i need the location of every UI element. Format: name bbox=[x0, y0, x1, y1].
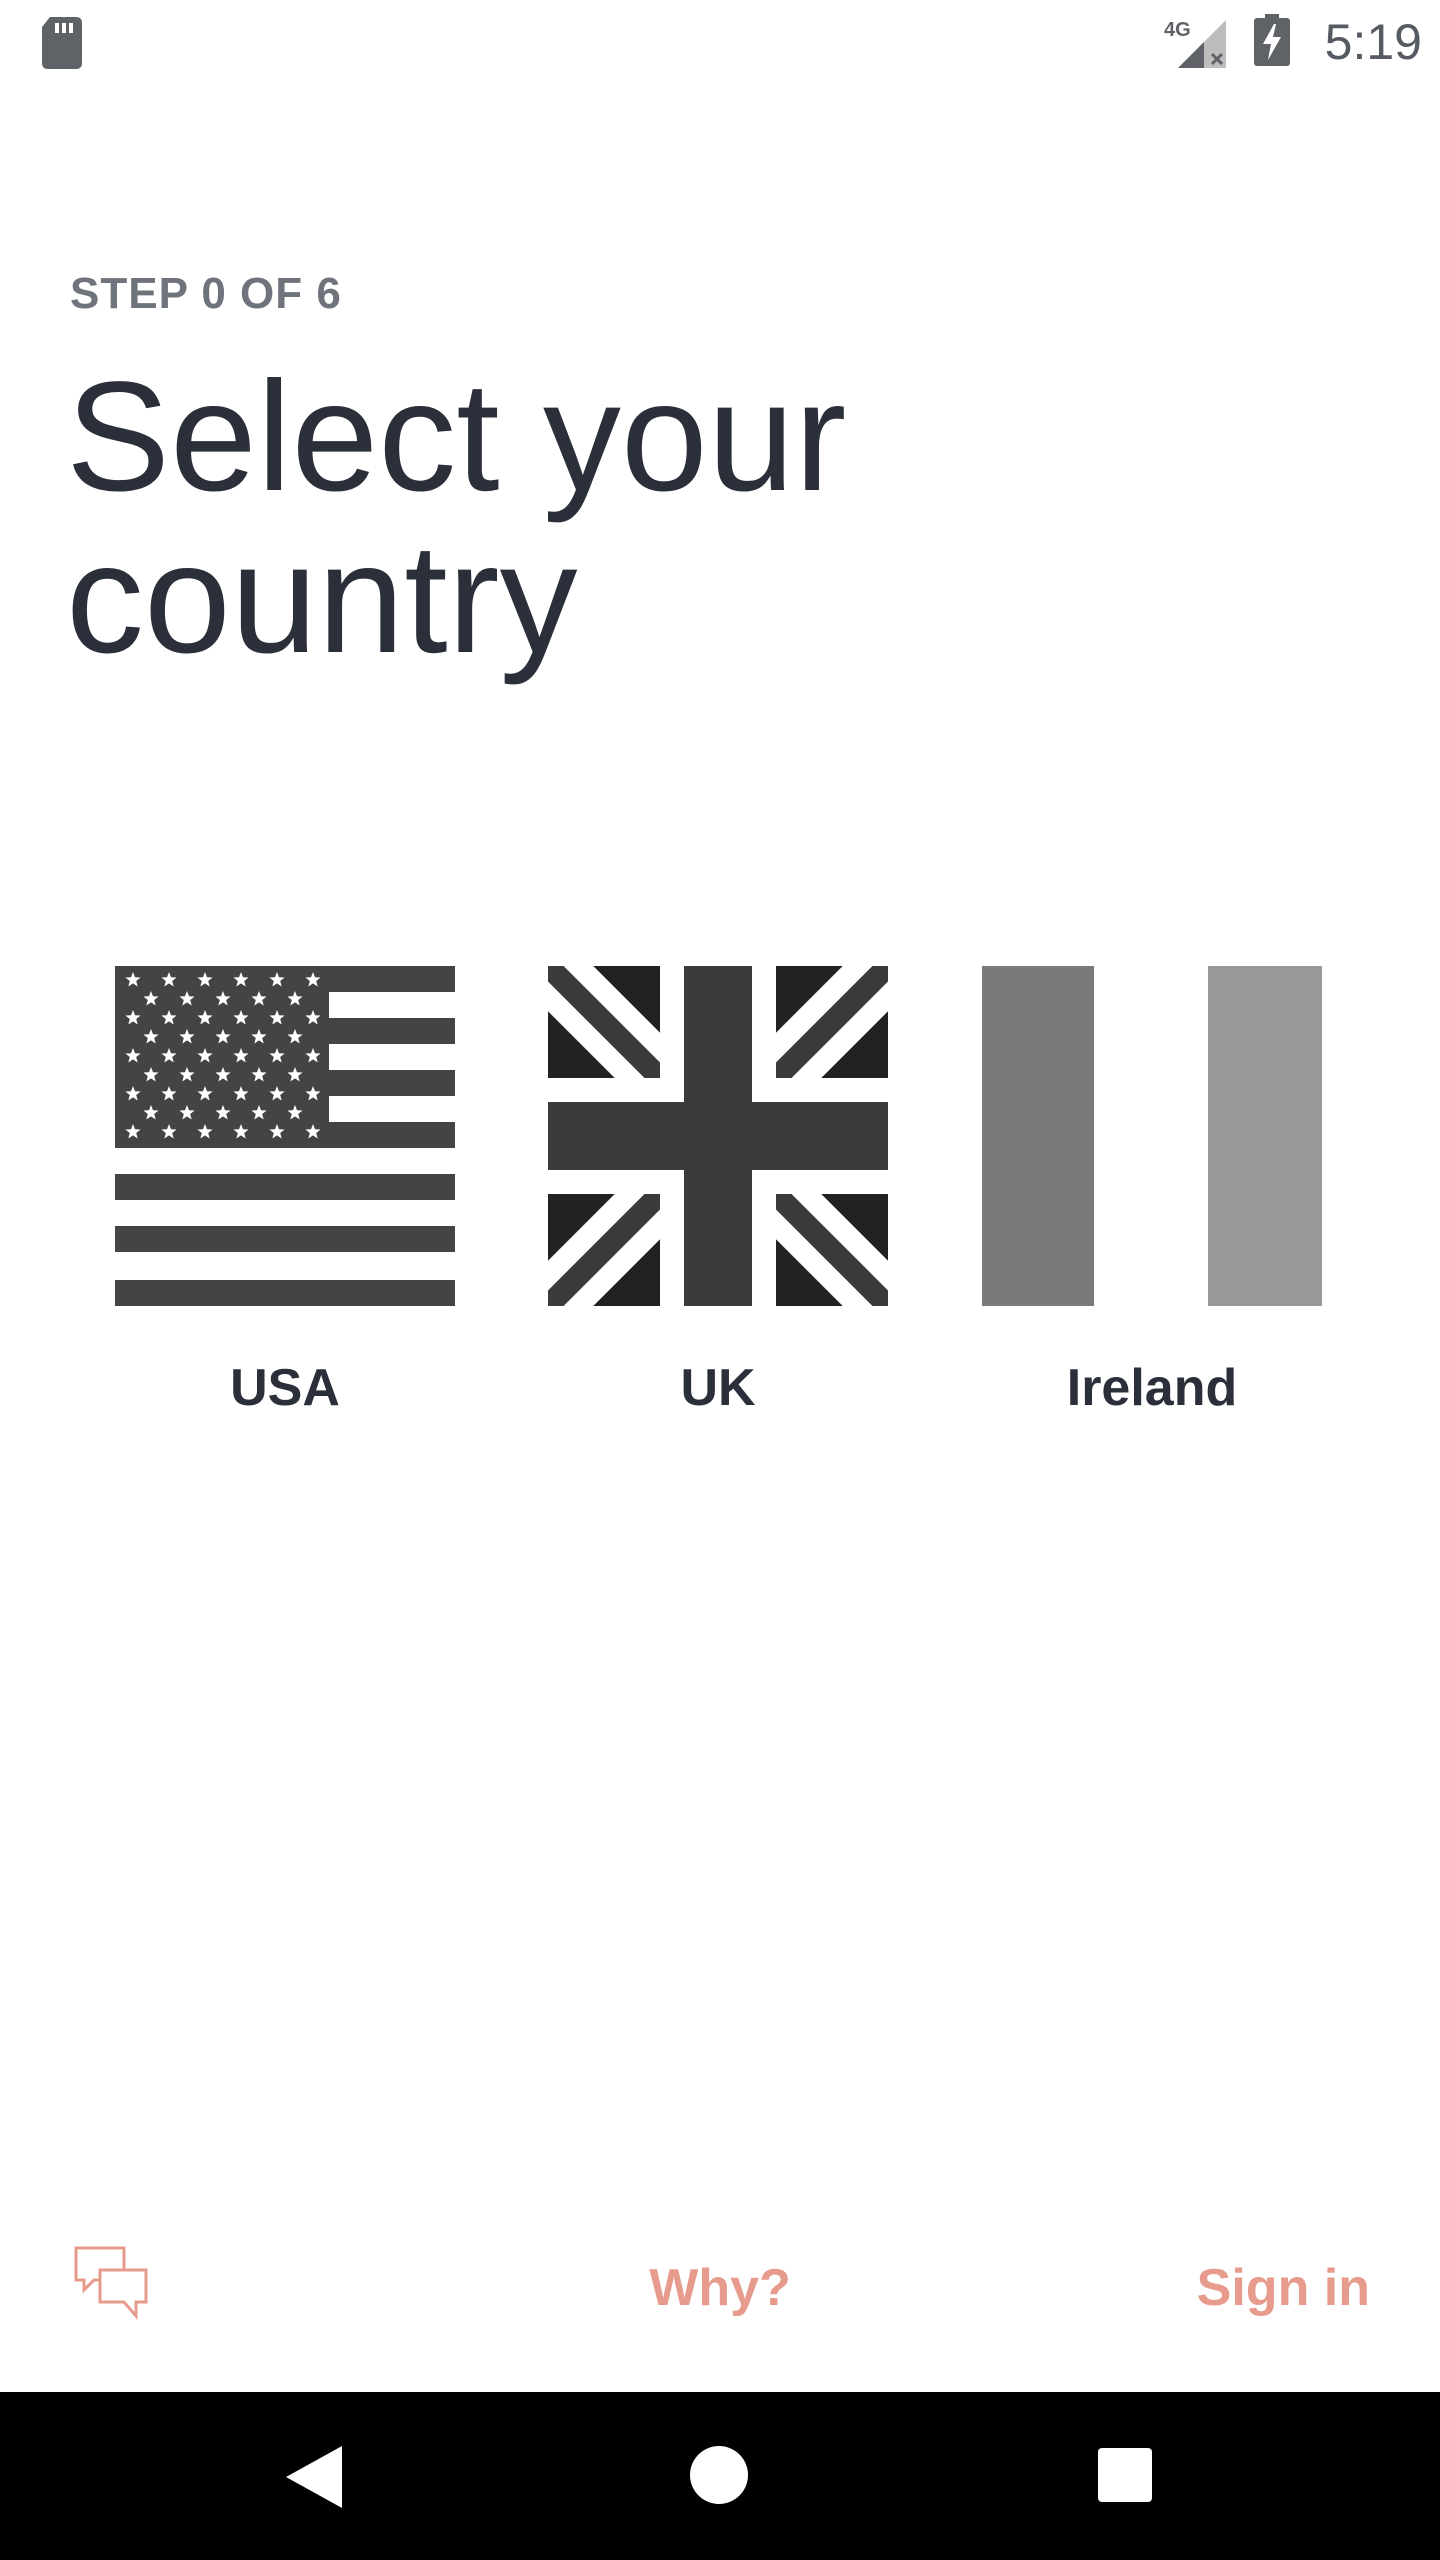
page-title: Select your country bbox=[66, 350, 847, 686]
ireland-flag-icon bbox=[982, 966, 1322, 1306]
country-option-usa[interactable]: USA bbox=[115, 966, 455, 1446]
system-navigation-bar bbox=[0, 2392, 1440, 2560]
country-label-ireland: Ireland bbox=[1066, 1359, 1238, 1417]
uk-flag-icon bbox=[548, 966, 888, 1306]
chat-button[interactable] bbox=[74, 2246, 150, 2322]
country-option-ireland[interactable]: Ireland bbox=[982, 966, 1322, 1446]
step-indicator: STEP 0 OF 6 bbox=[70, 269, 342, 318]
sd-card-icon bbox=[42, 17, 82, 69]
chat-bubbles-icon bbox=[74, 2246, 148, 2321]
status-time: 5:19 bbox=[1324, 14, 1422, 70]
country-label-usa: USA bbox=[230, 1359, 340, 1417]
back-icon[interactable] bbox=[286, 2446, 342, 2508]
country-label-uk: UK bbox=[680, 1359, 756, 1417]
usa-flag-icon bbox=[115, 966, 455, 1306]
sign-in-link[interactable]: Sign in bbox=[1080, 2252, 1370, 2324]
recents-icon[interactable] bbox=[1098, 2448, 1152, 2502]
why-link[interactable]: Why? bbox=[560, 2252, 880, 2324]
country-option-uk[interactable]: UK bbox=[548, 966, 888, 1446]
home-icon[interactable] bbox=[690, 2446, 748, 2504]
network-type-label: 4G bbox=[1164, 19, 1191, 41]
battery-charging-icon bbox=[1254, 14, 1290, 66]
cellular-signal-icon: 4G bbox=[1164, 19, 1226, 68]
status-bar: 4G 5:19 bbox=[0, 0, 1440, 84]
